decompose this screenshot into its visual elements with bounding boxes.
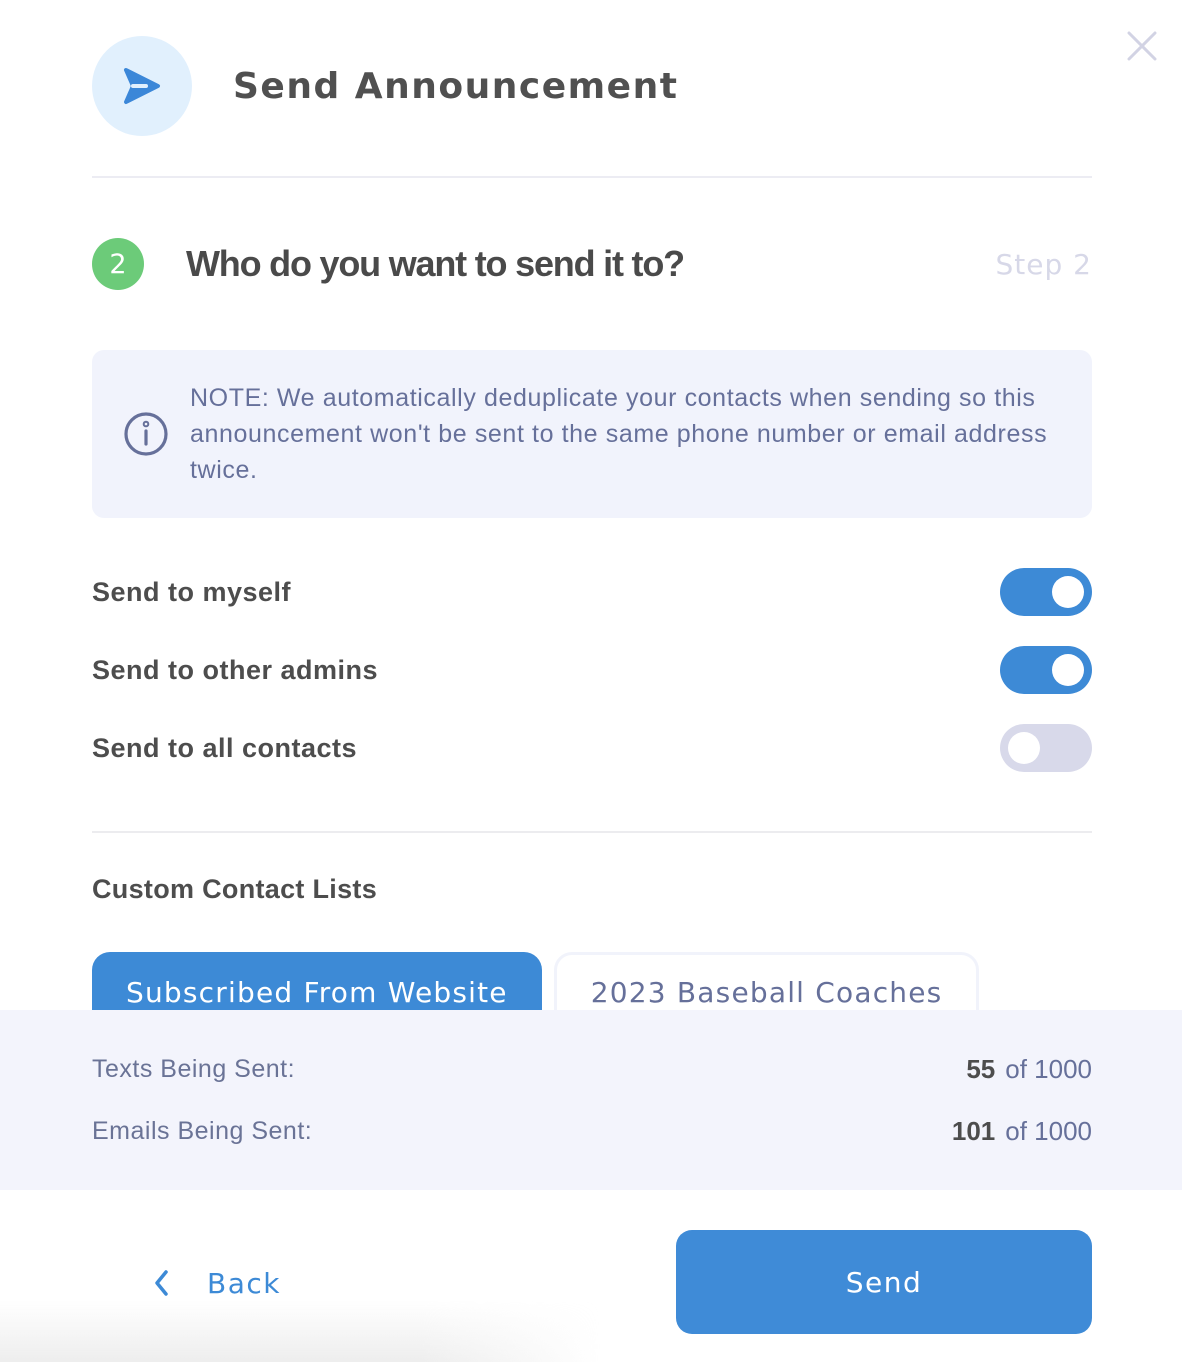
bottom-shadow [0,1300,600,1362]
modal-header: Send Announcement [92,36,1092,136]
texts-value: 55 of 1000 [966,1054,1092,1085]
send-arrow-icon [124,68,160,104]
step-number-badge: 2 [92,238,144,290]
close-icon [1127,31,1157,61]
texts-label: Texts Being Sent: [92,1054,296,1083]
step-question: Who do you want to send it to? [186,243,685,284]
emails-label: Emails Being Sent: [92,1116,313,1145]
step-indicator: Step 2 [995,247,1092,281]
texts-count: 55 [966,1053,996,1084]
close-button[interactable] [1124,28,1160,64]
section-divider [92,831,1092,833]
send-to-all-contacts-toggle[interactable] [1000,724,1092,772]
header-icon-badge [92,36,192,136]
send-announcement-modal: Send Announcement 2 Who do you want to s… [0,0,1182,1362]
toggle-knob [1052,654,1084,686]
toggle-row-all-contacts: Send to all contacts [92,724,1092,772]
info-icon [124,412,168,456]
toggle-row-myself: Send to myself [92,568,1092,616]
back-button[interactable]: Back [150,1260,281,1306]
note-text: NOTE: We automatically deduplicate your … [190,384,1048,484]
send-button[interactable]: Send [676,1230,1092,1334]
toggle-label: Send to myself [92,576,292,607]
header-divider [92,176,1092,178]
texts-total: of 1000 [1005,1053,1092,1084]
emails-summary-row: Emails Being Sent: 101 of 1000 [92,1113,1092,1149]
send-summary: Texts Being Sent: 55 of 1000 Emails Being… [0,1010,1182,1190]
toggle-label: Send to all contacts [92,732,358,763]
toggle-knob [1052,576,1084,608]
custom-contact-lists-title: Custom Contact Lists [92,874,378,904]
texts-summary-row: Texts Being Sent: 55 of 1000 [92,1051,1092,1087]
back-label: Back [207,1266,281,1300]
modal-title: Send Announcement [233,65,679,107]
toggle-row-other-admins: Send to other admins [92,646,1092,694]
step-header: 2 Who do you want to send it to? Step 2 [92,238,1092,290]
send-to-myself-toggle[interactable] [1000,568,1092,616]
toggle-knob [1008,732,1040,764]
send-to-other-admins-toggle[interactable] [1000,646,1092,694]
emails-total: of 1000 [1005,1115,1092,1146]
emails-value: 101 of 1000 [952,1116,1092,1147]
dedupe-note: NOTE: We automatically deduplicate your … [92,350,1092,518]
chevron-left-icon [155,1270,168,1296]
emails-count: 101 [951,1115,996,1146]
toggle-label: Send to other admins [92,654,379,685]
